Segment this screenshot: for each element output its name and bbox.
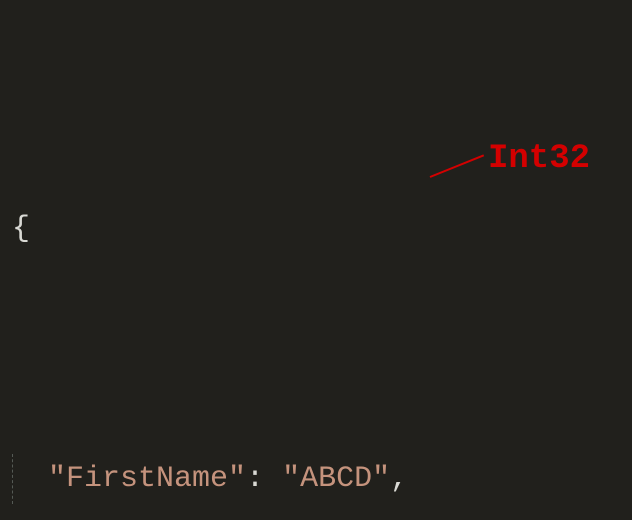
annotation-label: Int32 bbox=[488, 134, 590, 184]
indent-guide bbox=[12, 454, 48, 504]
brace-open: { bbox=[12, 204, 30, 254]
annotation-arrow bbox=[430, 154, 485, 178]
colon: : bbox=[246, 454, 264, 504]
json-string: "ABCD" bbox=[282, 454, 390, 504]
code-line: { bbox=[12, 204, 632, 254]
comma: , bbox=[390, 454, 408, 504]
json-key: "FirstName" bbox=[48, 454, 246, 504]
code-line: "FirstName": "ABCD", bbox=[12, 454, 632, 504]
code-editor[interactable]: { "FirstName": "ABCD", "LastName": "TEST… bbox=[0, 0, 632, 520]
